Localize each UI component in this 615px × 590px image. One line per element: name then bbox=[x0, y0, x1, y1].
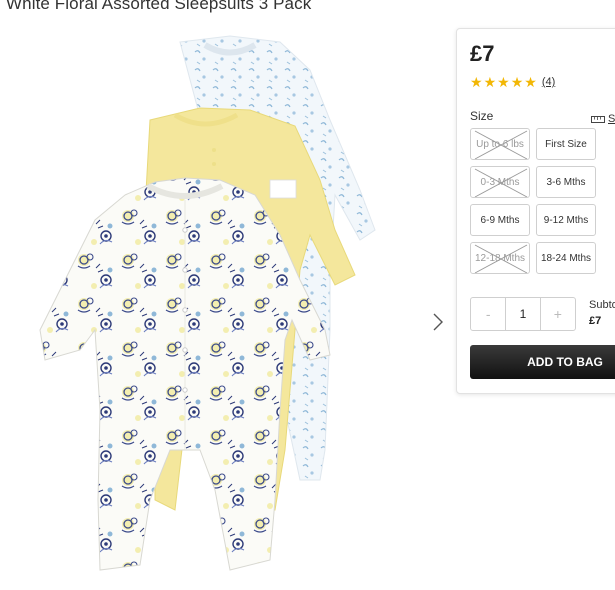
size-option-18-24-mths[interactable]: 18-24 Mths bbox=[536, 242, 596, 274]
product-image bbox=[39, 35, 376, 571]
size-option-label: First Size bbox=[545, 138, 587, 150]
ruler-icon bbox=[591, 115, 605, 123]
size-option-0-3-mths[interactable]: 0-3 Mths bbox=[470, 166, 530, 198]
star-icon: ★ bbox=[470, 74, 483, 90]
quantity-input[interactable]: 1 bbox=[505, 298, 541, 330]
purchase-panel: £7 ★ ★ ★ ★ ★ (4) Size S Up to 6 lbs Firs… bbox=[456, 28, 615, 394]
size-option-label: 18-24 Mths bbox=[540, 252, 592, 264]
star-icon: ★ bbox=[524, 74, 537, 90]
size-option-label: 0-3 Mths bbox=[480, 176, 520, 188]
size-option-12-18-mths[interactable]: 12-18 Mths bbox=[470, 242, 530, 274]
size-guide-link[interactable]: S bbox=[591, 113, 615, 125]
subtotal-label: Subto bbox=[589, 299, 615, 311]
size-guide-label: S bbox=[608, 113, 615, 125]
price: £7 bbox=[470, 41, 495, 66]
size-option-up-to-6-lbs[interactable]: Up to 6 lbs bbox=[470, 128, 530, 160]
size-option-label: 3-6 Mths bbox=[546, 176, 586, 188]
quantity-decrease-button[interactable]: - bbox=[471, 298, 505, 330]
size-option-label: Up to 6 lbs bbox=[476, 138, 524, 150]
subtotal-value: £7 bbox=[589, 315, 602, 327]
star-icon: ★ bbox=[510, 74, 524, 90]
quantity-increase-button[interactable]: + bbox=[541, 298, 575, 330]
star-icon: ★ bbox=[483, 74, 497, 90]
size-option-9-12-mths[interactable]: 9-12 Mths bbox=[536, 204, 596, 236]
size-option-first-size[interactable]: First Size bbox=[536, 128, 596, 160]
review-count-link[interactable]: (4) bbox=[542, 76, 555, 88]
size-option-3-6-mths[interactable]: 3-6 Mths bbox=[536, 166, 596, 198]
size-option-label: 6-9 Mths bbox=[480, 214, 520, 226]
size-option-6-9-mths[interactable]: 6-9 Mths bbox=[470, 204, 530, 236]
chevron-right-icon bbox=[433, 313, 443, 331]
size-option-label: 9-12 Mths bbox=[543, 214, 589, 226]
add-to-bag-button[interactable]: ADD TO BAG bbox=[470, 345, 615, 379]
size-option-label: 12-18 Mths bbox=[474, 252, 526, 264]
product-title: White Floral Assorted Sleepsuits 3 Pack bbox=[6, 0, 312, 13]
next-image-arrow[interactable] bbox=[430, 310, 446, 334]
star-icon: ★ bbox=[497, 74, 510, 90]
rating-stars[interactable]: ★ ★ ★ ★ ★ (4) bbox=[470, 75, 555, 89]
size-label: Size bbox=[470, 109, 494, 123]
quantity-stepper: - 1 + bbox=[470, 297, 576, 331]
